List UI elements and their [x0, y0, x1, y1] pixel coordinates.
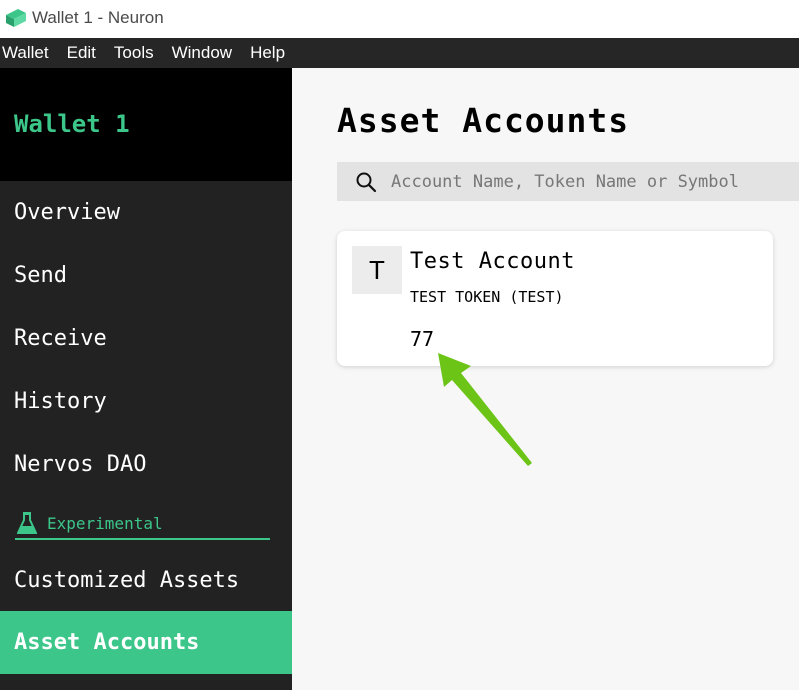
wallet-name: Wallet 1: [14, 110, 130, 138]
neuron-app-icon: [6, 9, 26, 27]
sidebar-item-customized-assets[interactable]: Customized Assets: [0, 549, 292, 612]
search-icon: [356, 172, 377, 192]
experimental-label: Experimental: [47, 513, 163, 533]
menu-edit[interactable]: Edit: [65, 43, 96, 63]
menu-window[interactable]: Window: [170, 43, 232, 63]
account-name: Test Account: [410, 249, 575, 274]
account-avatar: T: [352, 246, 402, 294]
page-title: Asset Accounts: [337, 101, 630, 140]
title-bar: Wallet 1 - Neuron: [0, 0, 799, 38]
menu-tools[interactable]: Tools: [112, 43, 154, 63]
flask-icon: [17, 512, 37, 534]
menu-help[interactable]: Help: [248, 43, 285, 63]
sidebar-item-overview[interactable]: Overview: [0, 181, 292, 244]
experimental-section-header: Experimental: [15, 508, 270, 540]
sidebar-item-send[interactable]: Send: [0, 244, 292, 307]
menu-bar: Wallet Edit Tools Window Help: [0, 38, 799, 68]
wallet-header[interactable]: Wallet 1: [0, 68, 292, 181]
sidebar-item-nervos-dao[interactable]: Nervos DAO: [0, 433, 292, 496]
main-content: Asset Accounts T Test Account TEST TOKEN…: [292, 68, 799, 690]
sidebar: Wallet 1 Overview Send Receive History N…: [0, 68, 292, 690]
search-bar[interactable]: [337, 162, 799, 201]
menu-wallet[interactable]: Wallet: [0, 43, 49, 63]
sidebar-item-asset-accounts[interactable]: Asset Accounts: [0, 611, 292, 674]
window-title: Wallet 1 - Neuron: [32, 8, 164, 27]
account-token: TEST TOKEN (TEST): [410, 288, 564, 306]
search-input[interactable]: [391, 171, 791, 192]
account-balance: 77: [410, 327, 435, 351]
sidebar-item-receive[interactable]: Receive: [0, 307, 292, 370]
sidebar-item-history[interactable]: History: [0, 370, 292, 433]
asset-account-card[interactable]: T Test Account TEST TOKEN (TEST) 77: [337, 231, 773, 366]
